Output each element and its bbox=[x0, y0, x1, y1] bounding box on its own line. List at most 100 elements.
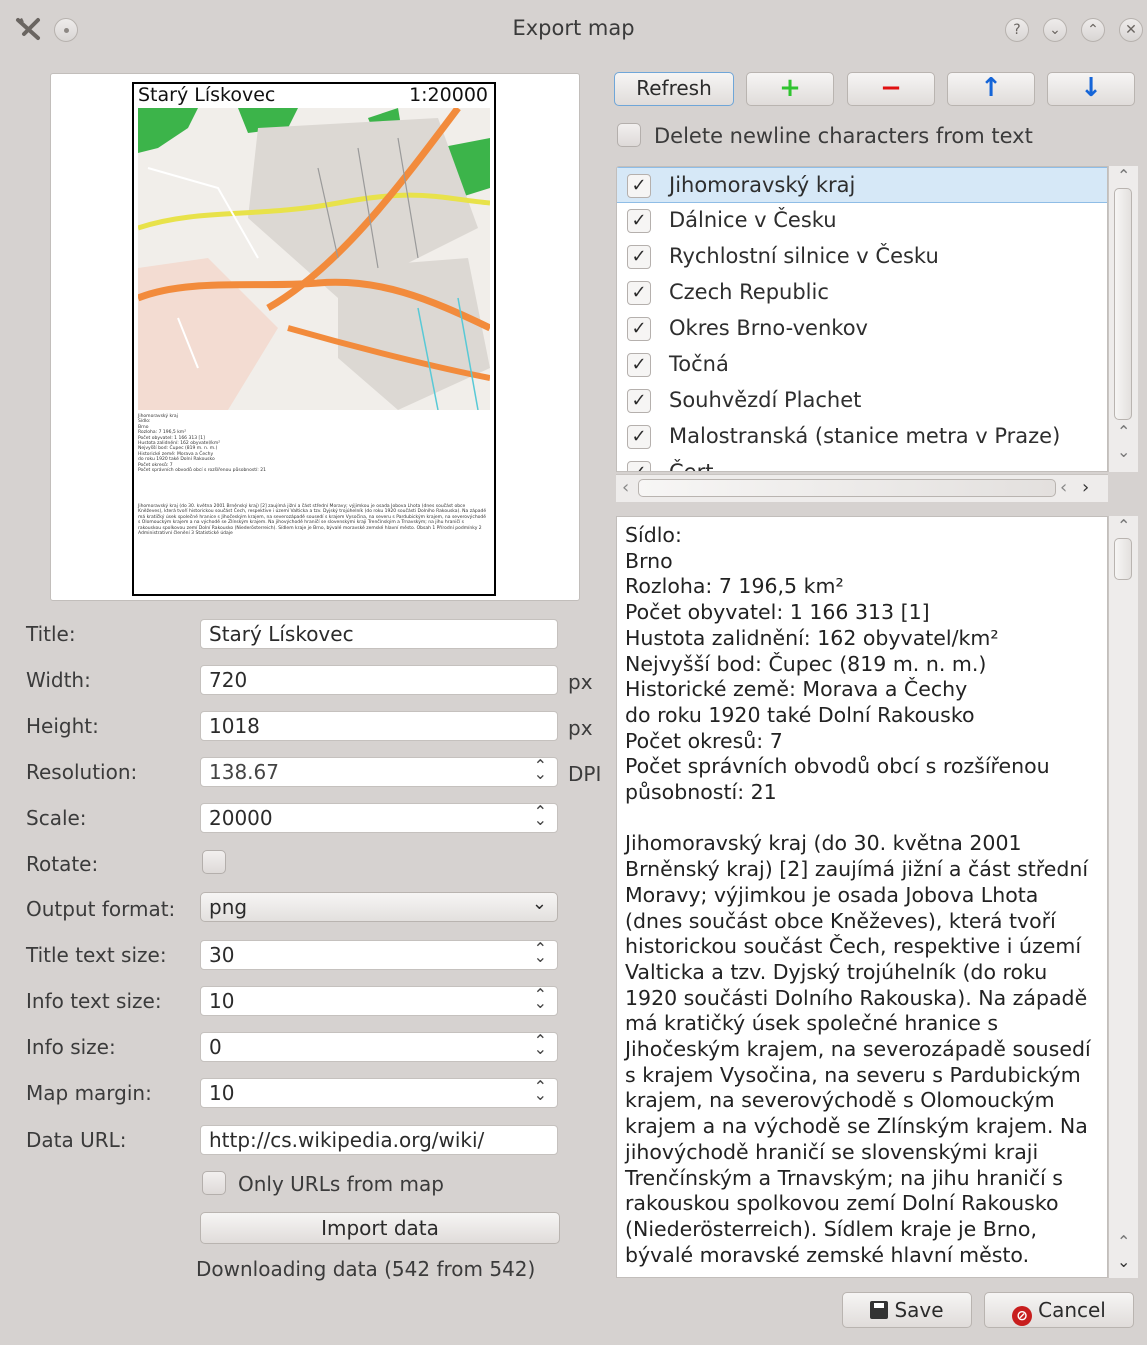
delete-newlines-label: Delete newline characters from text bbox=[654, 124, 1033, 148]
checkbox-checked-icon[interactable]: ✓ bbox=[627, 281, 651, 305]
preview-map-title: Starý Lískovec bbox=[138, 84, 276, 106]
list-item[interactable]: ✓ Malostranská (stanice metra v Praze) bbox=[617, 419, 1107, 455]
list-item[interactable]: ✓ Okres Brno-venkov bbox=[617, 311, 1107, 347]
save-icon bbox=[870, 1301, 889, 1319]
move-up-button[interactable]: ↑ bbox=[947, 72, 1035, 106]
output-format-select[interactable]: png ⌄ bbox=[200, 892, 558, 922]
refresh-button[interactable]: Refresh bbox=[614, 72, 734, 106]
list-item-label: Jihomoravský kraj bbox=[669, 173, 856, 197]
list-item-label: Souhvězdí Plachet bbox=[669, 388, 862, 412]
layer-list-vscrollbar[interactable]: ⌃ ⌃ ⌄ bbox=[1108, 166, 1138, 472]
scroll-up-icon[interactable]: ⌃ bbox=[1117, 166, 1130, 185]
save-label: Save bbox=[894, 1298, 944, 1322]
resolution-label: Resolution: bbox=[26, 760, 138, 784]
layer-list-hscrollbar[interactable]: ‹ ‹ › bbox=[616, 474, 1108, 502]
only-urls-checkbox[interactable] bbox=[202, 1171, 226, 1195]
map-margin-spinbox[interactable]: 10 bbox=[200, 1078, 558, 1108]
scroll-up-icon[interactable]: ⌃ bbox=[1117, 516, 1130, 535]
height-input[interactable]: 1018 bbox=[200, 711, 558, 741]
cancel-button[interactable]: ⊘ Cancel bbox=[984, 1292, 1134, 1328]
info-text-area[interactable]: Sídlo: Brno Rozloha: 7 196,5 km² Počet o… bbox=[616, 516, 1108, 1278]
only-urls-label: Only URLs from map bbox=[238, 1172, 444, 1196]
scroll-up-icon[interactable]: ⌃ bbox=[1117, 422, 1130, 441]
remove-layer-button[interactable]: − bbox=[847, 72, 935, 106]
info-text-size-value: 10 bbox=[209, 989, 235, 1013]
list-item[interactable]: ✓ Točná bbox=[617, 347, 1107, 383]
list-item-label: Okres Brno-venkov bbox=[669, 316, 868, 340]
add-layer-button[interactable]: + bbox=[746, 72, 834, 106]
data-url-input[interactable]: http://cs.wikipedia.org/wiki/ bbox=[200, 1125, 558, 1155]
rotate-checkbox[interactable] bbox=[202, 850, 226, 874]
scale-label: Scale: bbox=[26, 806, 87, 830]
minimize-button[interactable]: ⌄ bbox=[1043, 18, 1067, 42]
checkbox-checked-icon[interactable]: ✓ bbox=[627, 245, 651, 269]
map-preview-page: Starý Lískovec 1:20000 Jihomoravský kraj… bbox=[132, 82, 496, 596]
scroll-down-icon[interactable]: ⌄ bbox=[1117, 442, 1130, 461]
move-down-button[interactable]: ↓ bbox=[1047, 72, 1135, 106]
preview-scale-label: 1:20000 bbox=[409, 84, 488, 106]
info-text-content: Sídlo: Brno Rozloha: 7 196,5 km² Počet o… bbox=[625, 523, 1091, 1267]
resolution-value: 138.67 bbox=[209, 760, 279, 784]
list-item-label: Malostranská (stanice metra v Praze) bbox=[669, 424, 1061, 448]
checkbox-checked-icon[interactable]: ✓ bbox=[627, 353, 651, 377]
scroll-up-icon[interactable]: ⌃ bbox=[1117, 1232, 1130, 1251]
download-status: Downloading data (542 from 542) bbox=[196, 1257, 536, 1281]
checkbox-checked-icon[interactable]: ✓ bbox=[627, 317, 651, 341]
layer-list[interactable]: ✓ Jihomoravský kraj ✓ Dálnice v Česku ✓ Ryc… bbox=[616, 166, 1108, 472]
title-input[interactable]: Starý Lískovec bbox=[200, 619, 558, 649]
height-label: Height: bbox=[26, 714, 99, 738]
info-text-size-label: Info text size: bbox=[26, 989, 162, 1013]
height-unit: px bbox=[568, 716, 593, 740]
scroll-right-icon[interactable]: › bbox=[1082, 477, 1089, 498]
width-unit: px bbox=[568, 670, 593, 694]
help-button[interactable]: ? bbox=[1005, 18, 1029, 42]
checkbox-checked-icon[interactable]: ✓ bbox=[627, 389, 651, 413]
width-label: Width: bbox=[26, 668, 91, 692]
import-data-button[interactable]: Import data bbox=[200, 1212, 560, 1244]
list-item[interactable]: ✓ Dálnice v Česku bbox=[617, 203, 1107, 239]
scale-spinbox[interactable]: 20000 bbox=[200, 803, 558, 833]
delete-newlines-checkbox[interactable] bbox=[617, 123, 641, 147]
width-input[interactable]: 720 bbox=[200, 665, 558, 695]
info-text-vscrollbar[interactable]: ⌃ ⌃ ⌄ bbox=[1108, 516, 1138, 1278]
scrollbar-thumb[interactable] bbox=[1114, 188, 1132, 420]
title-text-size-value: 30 bbox=[209, 943, 235, 967]
maximize-button[interactable]: ⌃ bbox=[1081, 18, 1105, 42]
cancel-label: Cancel bbox=[1038, 1298, 1106, 1322]
info-size-spinbox[interactable]: 0 bbox=[200, 1032, 558, 1062]
map-margin-value: 10 bbox=[209, 1081, 235, 1105]
scrollbar-thumb[interactable] bbox=[1114, 538, 1132, 580]
scroll-left-icon[interactable]: ‹ bbox=[1060, 477, 1067, 498]
list-item-label: Čert bbox=[669, 460, 714, 472]
close-button[interactable]: ✕ bbox=[1119, 18, 1143, 42]
list-item[interactable]: ✓ Czech Republic bbox=[617, 275, 1107, 311]
checkbox-checked-icon[interactable]: ✓ bbox=[627, 461, 651, 471]
list-item[interactable]: ✓ Rychlostní silnice v Česku bbox=[617, 239, 1107, 275]
title-text-size-label: Title text size: bbox=[26, 943, 167, 967]
resolution-spinbox[interactable]: 138.67 bbox=[200, 757, 558, 787]
scroll-left-icon[interactable]: ‹ bbox=[622, 477, 629, 498]
save-button[interactable]: Save bbox=[842, 1292, 972, 1328]
list-item-label: Rychlostní silnice v Česku bbox=[669, 244, 939, 268]
checkbox-checked-icon[interactable]: ✓ bbox=[627, 425, 651, 449]
list-item-label: Czech Republic bbox=[669, 280, 829, 304]
rotate-label: Rotate: bbox=[26, 852, 99, 876]
checkbox-checked-icon[interactable]: ✓ bbox=[627, 174, 651, 198]
list-item[interactable]: ✓ Čert bbox=[617, 455, 1107, 472]
list-item[interactable]: ✓ Jihomoravský kraj bbox=[617, 167, 1107, 203]
preview-info-body: Jihomoravský kraj (do 30. května 2001 Br… bbox=[138, 504, 487, 537]
cancel-icon: ⊘ bbox=[1012, 1306, 1033, 1326]
window-title: Export map bbox=[512, 16, 635, 40]
chevron-down-icon: ⌄ bbox=[531, 893, 547, 914]
list-item-label: Dálnice v Česku bbox=[669, 208, 837, 232]
resolution-unit: DPI bbox=[568, 762, 602, 786]
scroll-down-icon[interactable]: ⌄ bbox=[1117, 1252, 1130, 1271]
scale-value: 20000 bbox=[209, 806, 273, 830]
info-text-size-spinbox[interactable]: 10 bbox=[200, 986, 558, 1016]
title-text-size-spinbox[interactable]: 30 bbox=[200, 940, 558, 970]
scrollbar-thumb[interactable] bbox=[638, 479, 1056, 497]
checkbox-checked-icon[interactable]: ✓ bbox=[627, 209, 651, 233]
map-image bbox=[138, 108, 490, 410]
list-item[interactable]: ✓ Souhvězdí Plachet bbox=[617, 383, 1107, 419]
map-margin-label: Map margin: bbox=[26, 1081, 152, 1105]
